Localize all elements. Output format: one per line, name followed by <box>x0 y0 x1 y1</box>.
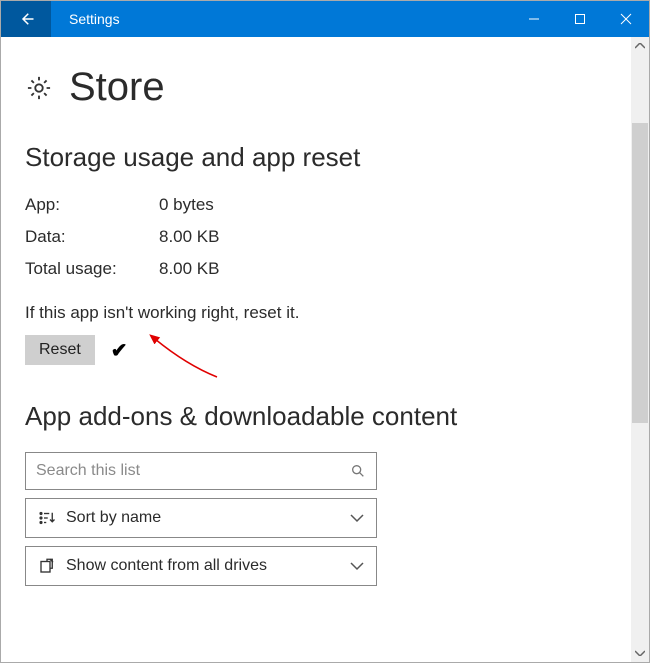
back-arrow-icon <box>17 10 35 28</box>
page-title: Store <box>69 65 165 110</box>
gear-icon <box>25 74 53 102</box>
maximize-icon <box>574 13 586 25</box>
drives-dropdown-label: Show content from all drives <box>66 557 267 575</box>
back-button[interactable] <box>1 1 51 37</box>
content-area: Store Storage usage and app reset App: 0… <box>1 37 649 586</box>
maximize-button[interactable] <box>557 1 603 37</box>
data-usage-row: Data: 8.00 KB <box>25 227 625 247</box>
reset-button[interactable]: Reset <box>25 335 95 365</box>
drive-icon <box>36 557 58 575</box>
minimize-button[interactable] <box>511 1 557 37</box>
addons-heading: App add-ons & downloadable content <box>25 401 625 432</box>
scroll-down-button[interactable] <box>631 644 649 662</box>
sort-dropdown[interactable]: Sort by name <box>25 498 377 538</box>
reset-row: Reset ✔ <box>25 335 625 365</box>
data-usage-value: 8.00 KB <box>159 227 220 247</box>
app-usage-row: App: 0 bytes <box>25 195 625 215</box>
close-icon <box>620 13 632 25</box>
sort-icon <box>36 509 58 527</box>
page-header: Store <box>25 65 625 110</box>
total-usage-row: Total usage: 8.00 KB <box>25 259 625 279</box>
app-usage-value: 0 bytes <box>159 195 214 215</box>
chevron-down-icon <box>350 513 364 523</box>
reset-hint: If this app isn't working right, reset i… <box>25 303 625 323</box>
app-usage-label: App: <box>25 195 159 215</box>
drives-dropdown[interactable]: Show content from all drives <box>25 546 377 586</box>
total-usage-label: Total usage: <box>25 259 159 279</box>
sort-dropdown-label: Sort by name <box>66 509 161 527</box>
addons-search-box[interactable] <box>25 452 377 490</box>
addons-search-input[interactable] <box>36 462 350 480</box>
total-usage-value: 8.00 KB <box>159 259 220 279</box>
minimize-icon <box>528 13 540 25</box>
window-title: Settings <box>51 11 120 27</box>
storage-heading: Storage usage and app reset <box>25 142 625 173</box>
checkmark-icon: ✔ <box>111 338 128 363</box>
annotation-arrow <box>147 329 227 389</box>
chevron-down-icon <box>635 650 645 656</box>
chevron-down-icon <box>350 561 364 571</box>
titlebar: Settings <box>1 1 649 37</box>
search-icon <box>350 463 366 479</box>
data-usage-label: Data: <box>25 227 159 247</box>
close-button[interactable] <box>603 1 649 37</box>
